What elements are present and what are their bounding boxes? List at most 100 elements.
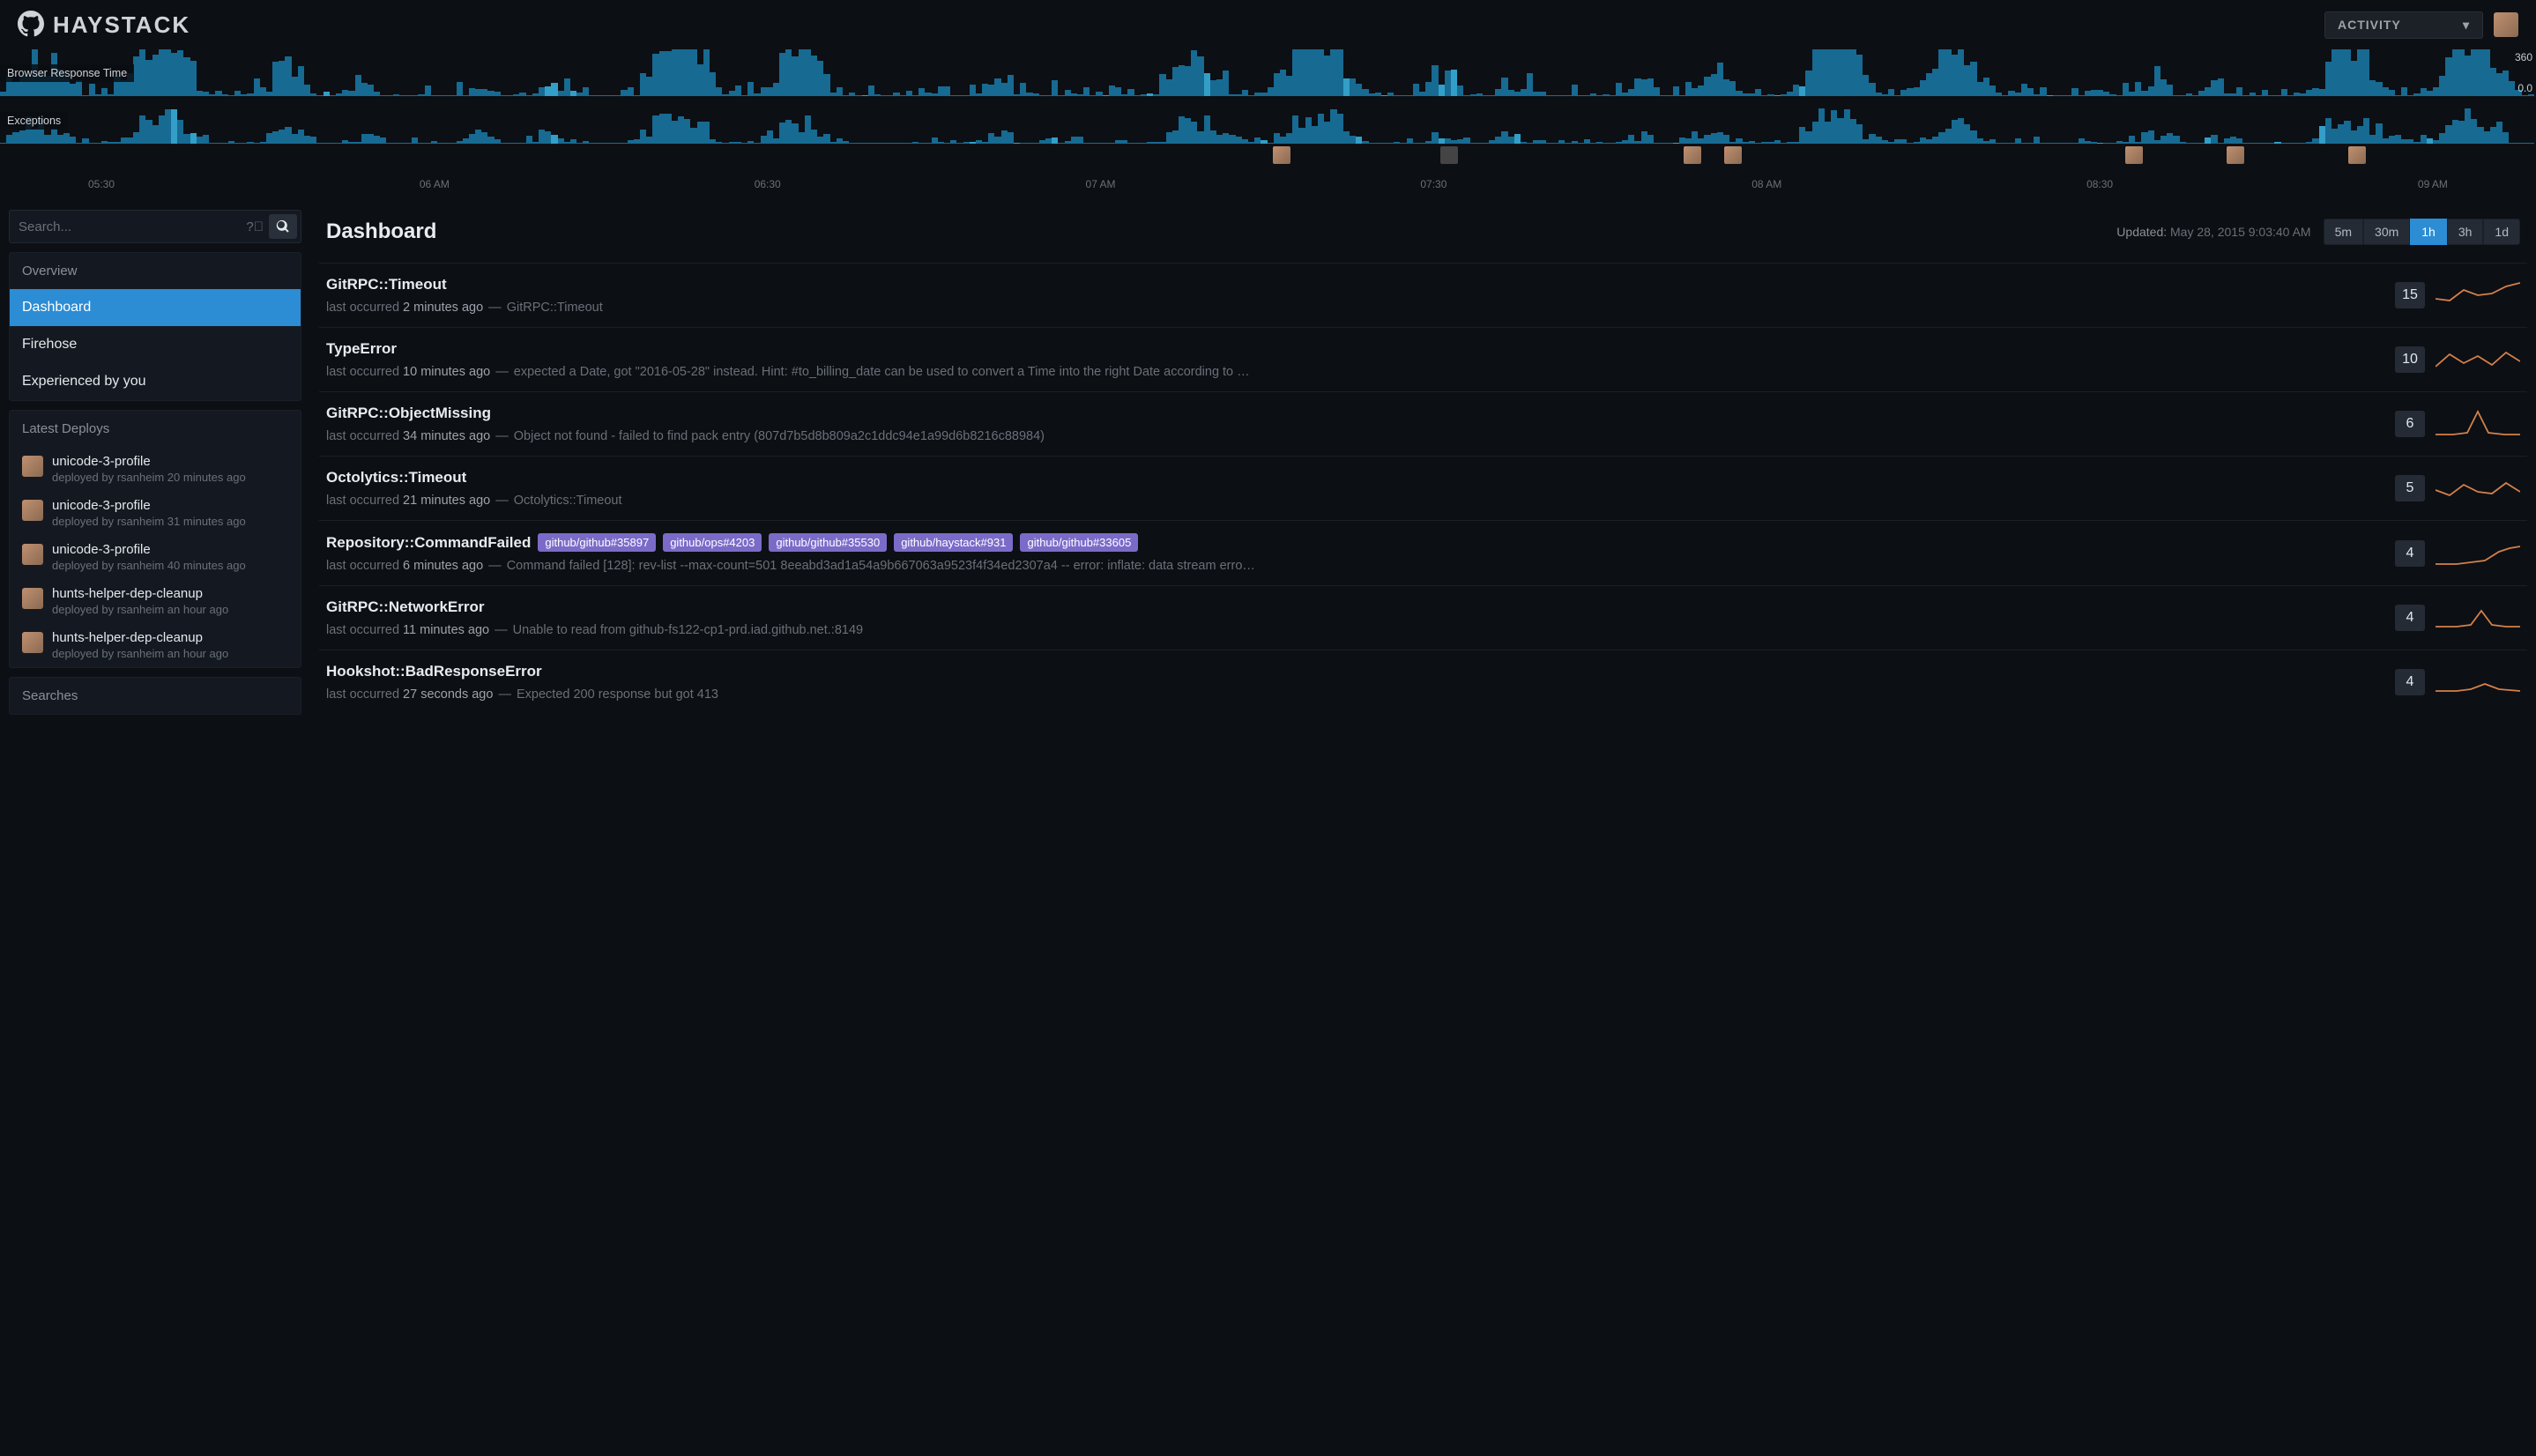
activity-dropdown[interactable]: ACTIVITY ▾ xyxy=(2324,11,2483,39)
range-button[interactable]: 1d xyxy=(2483,219,2520,245)
timeline-tick: 05:30 xyxy=(88,178,115,190)
error-sparkline xyxy=(2436,408,2520,440)
help-icon[interactable]: ?⃝ xyxy=(241,219,269,234)
deploy-title: unicode-3-profile xyxy=(52,498,288,513)
error-meta: last occurred 6 minutes ago — Command fa… xyxy=(326,559,2384,573)
deploy-event-row xyxy=(0,145,2536,169)
timeline-tick: 08:30 xyxy=(2086,178,2113,190)
error-title: GitRPC::NetworkError xyxy=(326,598,484,616)
timeline: Browser Response Time 360 0.0 Exceptions… xyxy=(0,49,2536,201)
deploy-marker[interactable] xyxy=(1684,146,1701,164)
body: ?⃝ Overview DashboardFirehoseExperienced… xyxy=(0,201,2536,1445)
sidebar-nav-item[interactable]: Firehose xyxy=(10,326,301,363)
error-title: GitRPC::ObjectMissing xyxy=(326,405,491,422)
error-count: 5 xyxy=(2395,475,2425,501)
error-title: TypeError xyxy=(326,340,397,358)
deploy-title: unicode-3-profile xyxy=(52,542,288,557)
deploys-header: Latest Deploys xyxy=(10,411,301,447)
deploy-item[interactable]: hunts-helper-dep-cleanup deployed by rsa… xyxy=(10,579,301,623)
main-header: Dashboard Updated: May 28, 2015 9:03:40 … xyxy=(319,210,2527,263)
browser-response-chart[interactable]: Browser Response Time 360 0.0 xyxy=(0,49,2536,97)
search-box: ?⃝ xyxy=(9,210,301,243)
timeline-ticks: 05:3006 AM06:3007 AM07:3008 AM08:3009 AM xyxy=(0,169,2536,201)
timeline-tick: 07:30 xyxy=(1420,178,1446,190)
sidebar-nav-item[interactable]: Dashboard xyxy=(10,289,301,326)
error-count: 6 xyxy=(2395,411,2425,437)
deploy-avatar xyxy=(22,544,43,565)
issue-tag[interactable]: github/haystack#931 xyxy=(894,533,1013,552)
issue-tag[interactable]: github/github#33605 xyxy=(1020,533,1138,552)
error-item[interactable]: GitRPC::Timeout last occurred 2 minutes … xyxy=(319,263,2527,327)
range-button[interactable]: 5m xyxy=(2324,219,2363,245)
error-sparkline xyxy=(2436,472,2520,504)
deploy-subtitle: deployed by rsanheim an hour ago xyxy=(52,603,288,616)
time-range-selector: 5m30m1h3h1d xyxy=(2324,219,2520,245)
deploy-avatar xyxy=(22,588,43,609)
exceptions-label: Exceptions xyxy=(0,112,68,130)
brand-name: HAYSTACK xyxy=(53,11,190,39)
user-avatar[interactable] xyxy=(2494,12,2518,37)
chevron-down-icon: ▾ xyxy=(2463,18,2470,33)
searches-panel: Searches xyxy=(9,677,301,715)
deploy-item[interactable]: unicode-3-profile deployed by rsanheim 4… xyxy=(10,535,301,579)
issue-tag[interactable]: github/github#35897 xyxy=(538,533,656,552)
error-item[interactable]: Hookshot::BadResponseError last occurred… xyxy=(319,650,2527,714)
error-sparkline xyxy=(2436,344,2520,375)
error-meta: last occurred 34 minutes ago — Object no… xyxy=(326,429,2384,443)
github-logo-icon xyxy=(18,11,44,40)
header-right: ACTIVITY ▾ xyxy=(2324,11,2518,39)
deploy-item[interactable]: hunts-helper-dep-cleanup deployed by rsa… xyxy=(10,623,301,667)
search-button[interactable] xyxy=(269,214,297,239)
error-title: GitRPC::Timeout xyxy=(326,276,447,293)
deploy-marker[interactable] xyxy=(1724,146,1742,164)
error-item[interactable]: TypeError last occurred 10 minutes ago —… xyxy=(319,327,2527,391)
error-item[interactable]: Octolytics::Timeout last occurred 21 min… xyxy=(319,456,2527,520)
deploy-title: hunts-helper-dep-cleanup xyxy=(52,630,288,645)
deploy-avatar xyxy=(22,500,43,521)
updated-label: Updated: May 28, 2015 9:03:40 AM xyxy=(2116,225,2310,239)
deploy-avatar xyxy=(22,456,43,477)
exceptions-chart[interactable]: Exceptions xyxy=(0,97,2536,145)
error-title: Hookshot::BadResponseError xyxy=(326,663,542,680)
page-title: Dashboard xyxy=(326,219,436,244)
nav-panel: Overview DashboardFirehoseExperienced by… xyxy=(9,252,301,401)
activity-dropdown-label: ACTIVITY xyxy=(2338,18,2401,32)
browser-response-min: 0.0 xyxy=(2517,82,2532,94)
deploy-marker[interactable] xyxy=(2125,146,2143,164)
search-input[interactable] xyxy=(19,219,241,234)
main-header-right: Updated: May 28, 2015 9:03:40 AM 5m30m1h… xyxy=(2116,219,2520,245)
deploy-item[interactable]: unicode-3-profile deployed by rsanheim 2… xyxy=(10,447,301,491)
deploy-marker[interactable] xyxy=(1440,146,1458,164)
issue-tag[interactable]: github/github#35530 xyxy=(769,533,887,552)
deploy-subtitle: deployed by rsanheim an hour ago xyxy=(52,647,288,660)
app-header: HAYSTACK ACTIVITY ▾ xyxy=(0,0,2536,49)
issue-tag[interactable]: github/ops#4203 xyxy=(663,533,762,552)
updated-timestamp: May 28, 2015 9:03:40 AM xyxy=(2170,225,2311,239)
main-content: Dashboard Updated: May 28, 2015 9:03:40 … xyxy=(310,201,2536,1445)
error-count: 4 xyxy=(2395,540,2425,567)
error-item[interactable]: GitRPC::NetworkError last occurred 11 mi… xyxy=(319,585,2527,650)
range-button[interactable]: 30m xyxy=(2363,219,2410,245)
deploy-marker[interactable] xyxy=(1273,146,1290,164)
deploy-marker[interactable] xyxy=(2348,146,2366,164)
searches-header: Searches xyxy=(10,678,301,714)
timeline-tick: 06 AM xyxy=(420,178,450,190)
error-count: 4 xyxy=(2395,605,2425,631)
range-button[interactable]: 1h xyxy=(2410,219,2447,245)
error-item[interactable]: GitRPC::ObjectMissing last occurred 34 m… xyxy=(319,391,2527,456)
browser-response-max: 360 xyxy=(2515,51,2532,63)
sidebar: ?⃝ Overview DashboardFirehoseExperienced… xyxy=(0,201,310,1445)
overview-header: Overview xyxy=(10,253,301,289)
error-meta: last occurred 2 minutes ago — GitRPC::Ti… xyxy=(326,301,2384,315)
deploy-subtitle: deployed by rsanheim 20 minutes ago xyxy=(52,471,288,484)
error-count: 4 xyxy=(2395,669,2425,695)
error-sparkline xyxy=(2436,279,2520,311)
range-button[interactable]: 3h xyxy=(2447,219,2484,245)
error-title: Repository::CommandFailed xyxy=(326,534,531,552)
timeline-tick: 09 AM xyxy=(2418,178,2448,190)
error-item[interactable]: Repository::CommandFailed github/github#… xyxy=(319,520,2527,585)
sidebar-nav-item[interactable]: Experienced by you xyxy=(10,363,301,400)
error-meta: last occurred 11 minutes ago — Unable to… xyxy=(326,623,2384,637)
deploy-marker[interactable] xyxy=(2227,146,2244,164)
deploy-item[interactable]: unicode-3-profile deployed by rsanheim 3… xyxy=(10,491,301,535)
